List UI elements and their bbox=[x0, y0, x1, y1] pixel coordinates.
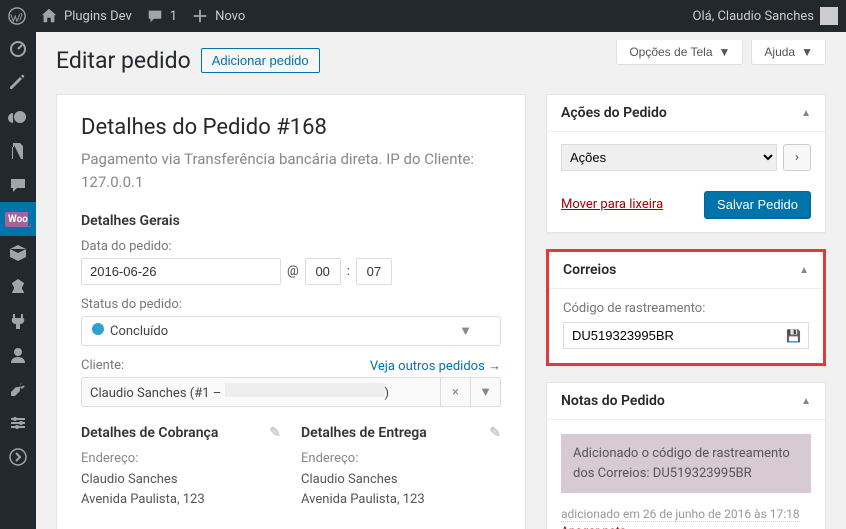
general-details-heading: Detalhes Gerais bbox=[81, 213, 501, 229]
customer-dropdown-button[interactable]: ▼ bbox=[471, 377, 501, 407]
admin-menu: Woo bbox=[0, 32, 36, 529]
menu-woocommerce[interactable]: Woo bbox=[0, 202, 36, 236]
help-toggle[interactable]: Ajuda ▼ bbox=[751, 40, 826, 65]
user-greeting[interactable]: Olá, Claudio Sanches bbox=[693, 7, 839, 25]
panel-toggle-icon[interactable]: ▲ bbox=[799, 265, 809, 276]
shipping-name: Claudio Sanches bbox=[301, 470, 501, 490]
masked-email bbox=[225, 383, 385, 397]
order-details-panel: Detalhes do Pedido #168 Pagamento via Tr… bbox=[56, 94, 526, 529]
save-order-button[interactable]: Salvar Pedido bbox=[704, 191, 811, 218]
menu-appearance[interactable] bbox=[0, 270, 36, 304]
menu-tools[interactable] bbox=[0, 372, 36, 406]
time-separator: : bbox=[347, 264, 350, 279]
status-dot-icon bbox=[92, 323, 104, 335]
menu-media[interactable] bbox=[0, 100, 36, 134]
customer-select[interactable]: Claudio Sanches (#1 – ) bbox=[81, 377, 441, 407]
billing-name: Claudio Sanches bbox=[81, 470, 281, 490]
order-actions-title: Ações do Pedido bbox=[561, 105, 667, 121]
order-date-input[interactable] bbox=[81, 258, 281, 285]
note-timestamp: adicionado em 26 de junho de 2016 às 17:… bbox=[561, 507, 800, 522]
order-payment-meta: Pagamento via Transferência bancária dir… bbox=[81, 148, 501, 193]
shipping-heading: Detalhes de Entrega bbox=[301, 425, 427, 441]
panel-toggle-icon[interactable]: ▲ bbox=[801, 396, 811, 407]
menu-settings[interactable] bbox=[0, 406, 36, 440]
order-minute-input[interactable] bbox=[356, 258, 392, 285]
order-status-select[interactable]: Concluído ▼ bbox=[81, 316, 501, 346]
order-note: Adicionado o código de rastreamento dos … bbox=[561, 434, 811, 493]
menu-products[interactable] bbox=[0, 236, 36, 270]
delete-note-link[interactable]: Apagar nota bbox=[561, 524, 811, 529]
menu-users[interactable] bbox=[0, 338, 36, 372]
billing-line1: Avenida Paulista, 123 bbox=[81, 490, 281, 510]
correios-title: Correios bbox=[563, 262, 616, 278]
shipping-address-label: Endereço: bbox=[301, 451, 501, 466]
order-date-label: Data do pedido: bbox=[81, 239, 501, 254]
menu-plugins[interactable] bbox=[0, 304, 36, 338]
customer-label: Cliente: bbox=[81, 358, 124, 373]
tracking-code-label: Código de rastreamento: bbox=[563, 301, 809, 316]
add-new-order-button[interactable]: Adicionar pedido bbox=[201, 48, 320, 73]
billing-heading: Detalhes de Cobrança bbox=[81, 425, 218, 441]
chevron-down-icon: ▼ bbox=[479, 384, 492, 400]
chevron-down-icon: ▼ bbox=[801, 45, 813, 59]
order-heading: Detalhes do Pedido #168 bbox=[81, 115, 501, 140]
screen-options-toggle[interactable]: Opções de Tela ▼ bbox=[616, 40, 743, 65]
order-hour-input[interactable] bbox=[305, 258, 341, 285]
clear-customer-button[interactable]: × bbox=[441, 377, 471, 407]
move-to-trash-link[interactable]: Mover para lixeira bbox=[561, 197, 663, 212]
shipping-line1: Avenida Paulista, 123 bbox=[301, 490, 501, 510]
menu-dashboard[interactable] bbox=[0, 32, 36, 66]
site-link[interactable]: Plugins Dev bbox=[40, 7, 132, 25]
save-field-icon[interactable]: 💾 bbox=[786, 329, 801, 343]
tracking-code-input[interactable] bbox=[563, 322, 809, 349]
menu-collapse[interactable] bbox=[0, 440, 36, 474]
order-notes-panel: Notas do Pedido ▲ Adicionado o código de… bbox=[546, 382, 826, 529]
view-other-orders-link[interactable]: Veja outros pedidos → bbox=[370, 358, 501, 377]
order-actions-select[interactable]: Ações bbox=[561, 144, 777, 171]
menu-pages[interactable] bbox=[0, 134, 36, 168]
edit-billing-icon[interactable]: ✎ bbox=[269, 425, 281, 441]
at-symbol: @ bbox=[287, 264, 299, 279]
chevron-down-icon: ▼ bbox=[719, 45, 731, 59]
edit-shipping-icon[interactable]: ✎ bbox=[489, 425, 501, 441]
menu-posts[interactable] bbox=[0, 66, 36, 100]
billing-address-label: Endereço: bbox=[81, 451, 281, 466]
correios-panel: Correios ▲ Código de rastreamento: 💾 bbox=[546, 249, 826, 366]
admin-toolbar: Plugins Dev 1 Novo Olá, Claudio Sanches bbox=[0, 0, 846, 32]
panel-toggle-icon[interactable]: ▲ bbox=[801, 108, 811, 119]
order-notes-title: Notas do Pedido bbox=[561, 393, 665, 409]
order-status-label: Status do pedido: bbox=[81, 297, 501, 312]
woo-icon: Woo bbox=[5, 212, 31, 227]
page-title: Editar pedido bbox=[56, 47, 191, 74]
chevron-down-icon: ▼ bbox=[459, 323, 472, 339]
order-actions-panel: Ações do Pedido ▲ Ações › Mover para lix… bbox=[546, 94, 826, 233]
wp-logo[interactable] bbox=[8, 7, 26, 25]
run-action-button[interactable]: › bbox=[783, 144, 811, 171]
menu-comments[interactable] bbox=[0, 168, 36, 202]
comments-link[interactable]: 1 bbox=[146, 7, 177, 25]
avatar bbox=[820, 7, 838, 25]
new-content-link[interactable]: Novo bbox=[191, 7, 245, 25]
